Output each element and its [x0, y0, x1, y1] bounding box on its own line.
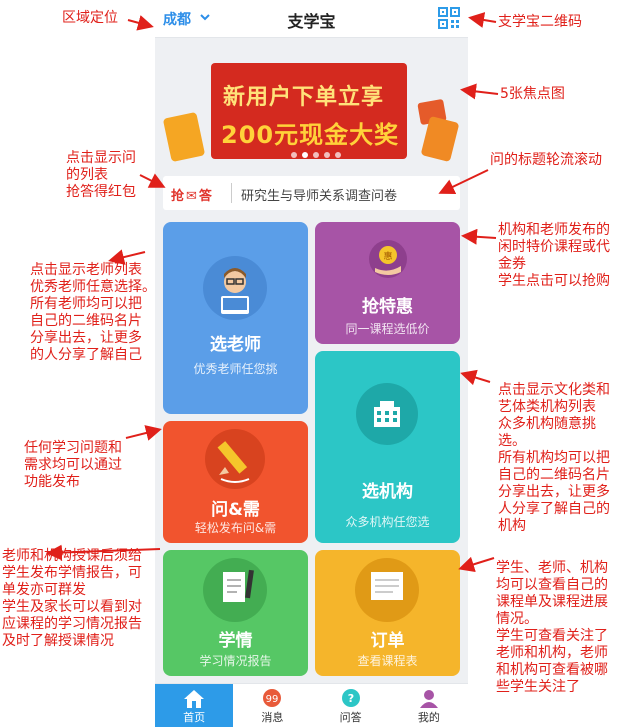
- arrow: [460, 83, 499, 100]
- arrow: [127, 15, 154, 31]
- arrow: [458, 556, 495, 573]
- arrow: [139, 173, 166, 188]
- arrow: [125, 425, 162, 441]
- annotation-arrows: [46, 12, 499, 573]
- arrow: [461, 228, 497, 245]
- arrow: [108, 249, 146, 265]
- arrow: [438, 169, 489, 195]
- arrow: [46, 544, 161, 561]
- arrow: [460, 369, 491, 386]
- arrow: [468, 12, 497, 28]
